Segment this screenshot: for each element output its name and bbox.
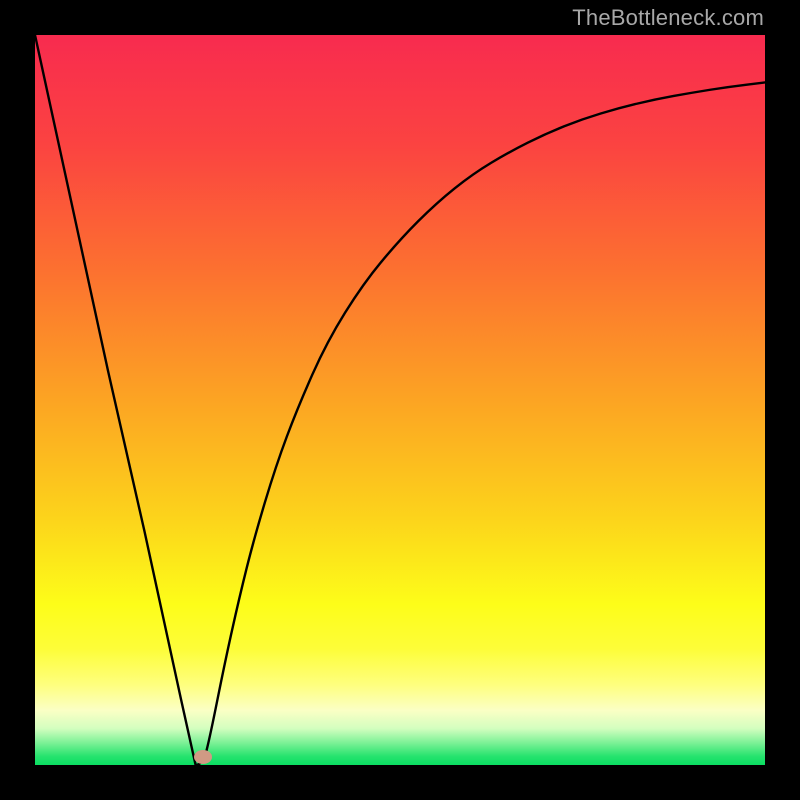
optimum-marker (194, 750, 212, 764)
curve-path (35, 35, 765, 765)
bottleneck-curve (35, 35, 765, 765)
watermark-text: TheBottleneck.com (572, 5, 764, 31)
chart-frame: TheBottleneck.com (0, 0, 800, 800)
plot-area (35, 35, 765, 765)
